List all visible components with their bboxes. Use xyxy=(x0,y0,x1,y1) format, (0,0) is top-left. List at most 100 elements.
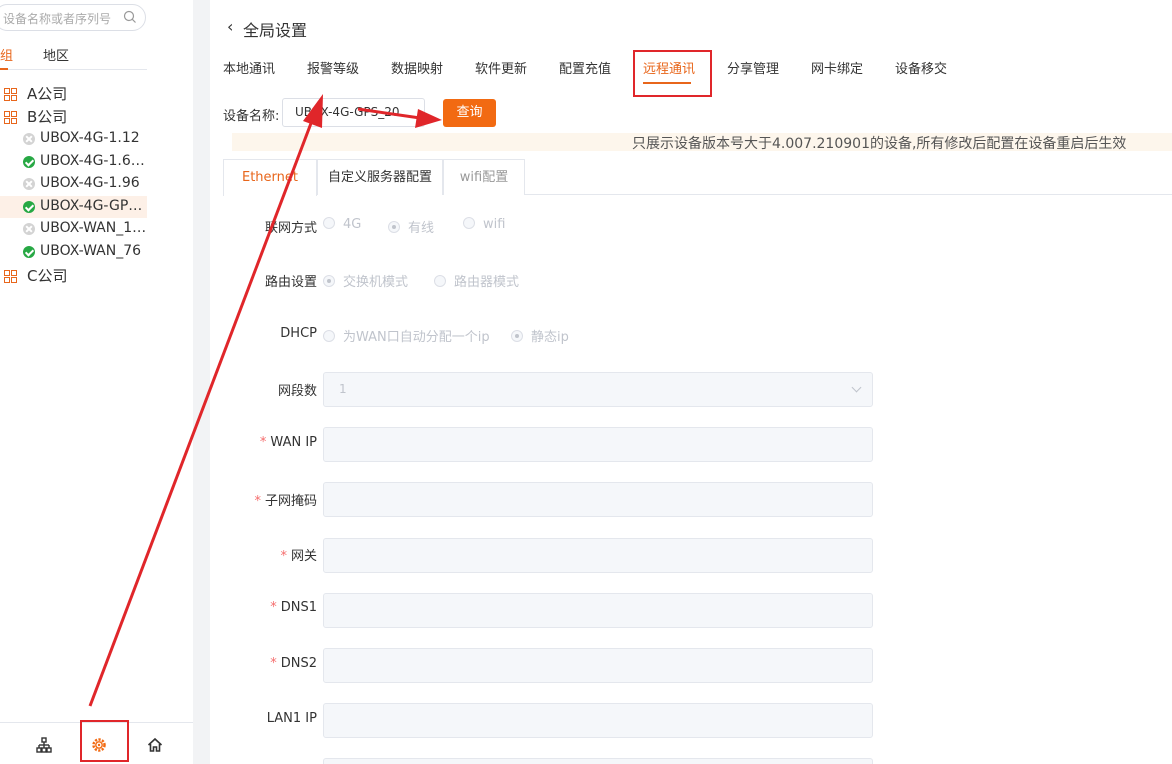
form-row-routing: 路由设置 xyxy=(210,271,317,291)
network-mode-label: 联网方式 xyxy=(264,221,317,236)
page-title: 全局设置 xyxy=(243,21,308,40)
chevron-down-icon xyxy=(851,382,862,393)
radio-wifi[interactable]: wifi xyxy=(463,217,505,232)
subtab-ethernet[interactable]: Ethernet xyxy=(223,159,317,196)
tree-group-label: B公司 xyxy=(27,108,68,126)
radio-router-mode[interactable]: 路由器模式 xyxy=(434,271,519,290)
offline-status-icon xyxy=(23,133,35,145)
radio-label: 4G xyxy=(343,217,362,232)
app-window: 设备名称或者序列号 组 地区 A公司 B公司 UBOX-4G-1.12 UBOX… xyxy=(0,0,1172,764)
subnet-mask-input[interactable] xyxy=(323,482,873,517)
tab-alarm-level[interactable]: 报警等级 xyxy=(307,58,359,77)
online-status-icon xyxy=(23,245,35,258)
radio-label: wifi xyxy=(483,217,506,232)
field-label-text: WAN IP xyxy=(270,435,317,450)
online-status-icon xyxy=(23,200,35,213)
online-status-icon xyxy=(23,155,35,168)
lan1-ip-label: LAN1 IP xyxy=(266,711,317,726)
device-label: UBOX-WAN_76 xyxy=(40,242,142,259)
dns2-input[interactable] xyxy=(323,648,873,683)
wan-ip-input[interactable] xyxy=(323,427,873,462)
sub-tab-bar: Ethernet 自定义服务器配置 wifi配置 xyxy=(223,159,1172,196)
search-placeholder: 设备名称或者序列号 xyxy=(3,12,112,26)
radio-wired[interactable]: 有线 xyxy=(388,217,434,236)
subtab-custom-server[interactable]: 自定义服务器配置 xyxy=(317,159,443,195)
form-row-lan1-ip: LAN1 IP xyxy=(210,711,317,731)
back-chevron-icon[interactable]: ‹ xyxy=(227,17,233,36)
tree-device-item[interactable]: UBOX-WAN_76 xyxy=(0,241,147,264)
tab-software-update[interactable]: 软件更新 xyxy=(475,58,527,77)
radio-switch-mode[interactable]: 交换机模式 xyxy=(323,271,408,290)
field-label-text: 子网掩码 xyxy=(264,494,317,509)
search-input[interactable]: 设备名称或者序列号 xyxy=(0,4,146,31)
tree-group-label: C公司 xyxy=(27,266,68,285)
device-tree: A公司 B公司 UBOX-4G-1.12 UBOX-4G-1.67… UBOX-… xyxy=(0,82,147,287)
segments-label: 网段数 xyxy=(277,384,317,399)
radio-static-ip[interactable]: 静态ip xyxy=(511,326,569,345)
query-button[interactable]: 查询 xyxy=(443,99,496,127)
tab-group[interactable]: 组 xyxy=(0,45,13,64)
tree-device-item-selected[interactable]: UBOX-4G-GPS… xyxy=(0,195,147,219)
subnet-mask-label: * 子网掩码 xyxy=(254,490,317,509)
required-star: * xyxy=(254,494,261,509)
tab-config-recharge[interactable]: 配置充值 xyxy=(559,58,611,77)
radio-label: 路由器模式 xyxy=(454,275,520,290)
next-field-input[interactable] xyxy=(323,758,873,764)
tree-group-a[interactable]: A公司 xyxy=(0,82,147,105)
tree-device-item[interactable]: UBOX-4G-1.96 xyxy=(0,173,147,196)
offline-status-icon xyxy=(23,178,35,191)
field-label-text: DNS1 xyxy=(280,600,317,615)
form-row-gateway: * 网关 xyxy=(210,545,317,565)
radio-dhcp-auto[interactable]: 为WAN口自动分配一个ip xyxy=(323,326,490,345)
tree-group-b[interactable]: B公司 xyxy=(0,105,147,128)
wan-ip-label: * WAN IP xyxy=(260,435,317,450)
gateway-label: * 网关 xyxy=(280,545,317,564)
form-row-wan-ip: * WAN IP xyxy=(210,435,317,455)
radio-dot xyxy=(323,217,335,229)
radio-dot xyxy=(463,217,475,229)
tree-device-item[interactable]: UBOX-WAN_1.… xyxy=(0,218,147,241)
tree-device-item[interactable]: UBOX-4G-1.12 xyxy=(0,128,147,151)
form-row-network-mode: 联网方式 xyxy=(210,217,317,237)
radio-label: 有线 xyxy=(408,221,435,236)
device-label: UBOX-4G-1.67… xyxy=(40,152,147,169)
tab-data-mapping[interactable]: 数据映射 xyxy=(391,58,443,77)
dns1-label: * DNS1 xyxy=(270,600,317,615)
radio-dot xyxy=(323,330,335,342)
radio-4g[interactable]: 4G xyxy=(323,217,361,232)
gateway-input[interactable] xyxy=(323,538,873,573)
radio-dot xyxy=(434,275,446,287)
main-panel: ‹ 全局设置 本地通讯 报警等级 数据映射 软件更新 配置充值 远程通讯 分享管… xyxy=(210,0,1172,764)
dns1-input[interactable] xyxy=(323,593,873,628)
form-row-subnet-mask: * 子网掩码 xyxy=(210,490,317,510)
highlight-remote-comm-tab xyxy=(633,50,712,97)
radio-label: 交换机模式 xyxy=(343,275,409,290)
form-row-dhcp: DHCP xyxy=(210,326,317,346)
device-label: UBOX-WAN_1.… xyxy=(40,220,147,237)
radio-dot-checked xyxy=(511,330,523,342)
required-star: * xyxy=(270,600,277,615)
search-icon[interactable] xyxy=(123,10,137,24)
network-tree-icon[interactable] xyxy=(36,737,52,753)
device-label: UBOX-4G-GPS… xyxy=(40,197,147,214)
sidebar: 设备名称或者序列号 组 地区 A公司 B公司 UBOX-4G-1.12 UBOX… xyxy=(0,0,193,764)
tab-nic-binding[interactable]: 网卡绑定 xyxy=(811,58,863,77)
tree-device-item[interactable]: UBOX-4G-1.67… xyxy=(0,151,147,174)
highlight-settings-icon xyxy=(80,720,129,762)
home-icon[interactable] xyxy=(147,737,163,753)
offline-status-icon xyxy=(23,223,35,236)
lan1-ip-input[interactable] xyxy=(323,703,873,738)
dns2-label: * DNS2 xyxy=(270,656,317,671)
segments-select[interactable]: 1 xyxy=(323,372,873,407)
tab-local-comm[interactable]: 本地通讯 xyxy=(223,58,275,77)
tab-share-management[interactable]: 分享管理 xyxy=(727,58,779,77)
device-name-input[interactable]: UBOX-4G-GPS_20 xyxy=(282,98,425,127)
subtab-wifi-config[interactable]: wifi配置 xyxy=(443,159,525,195)
tree-group-c[interactable]: C公司 xyxy=(0,264,147,287)
form-row-dns1: * DNS1 xyxy=(210,600,317,620)
tab-region[interactable]: 地区 xyxy=(43,45,69,64)
tab-device-transfer[interactable]: 设备移交 xyxy=(895,58,947,77)
segments-value: 1 xyxy=(339,382,347,396)
device-name-label: 设备名称: xyxy=(223,109,280,124)
radio-dot-checked xyxy=(323,275,335,287)
